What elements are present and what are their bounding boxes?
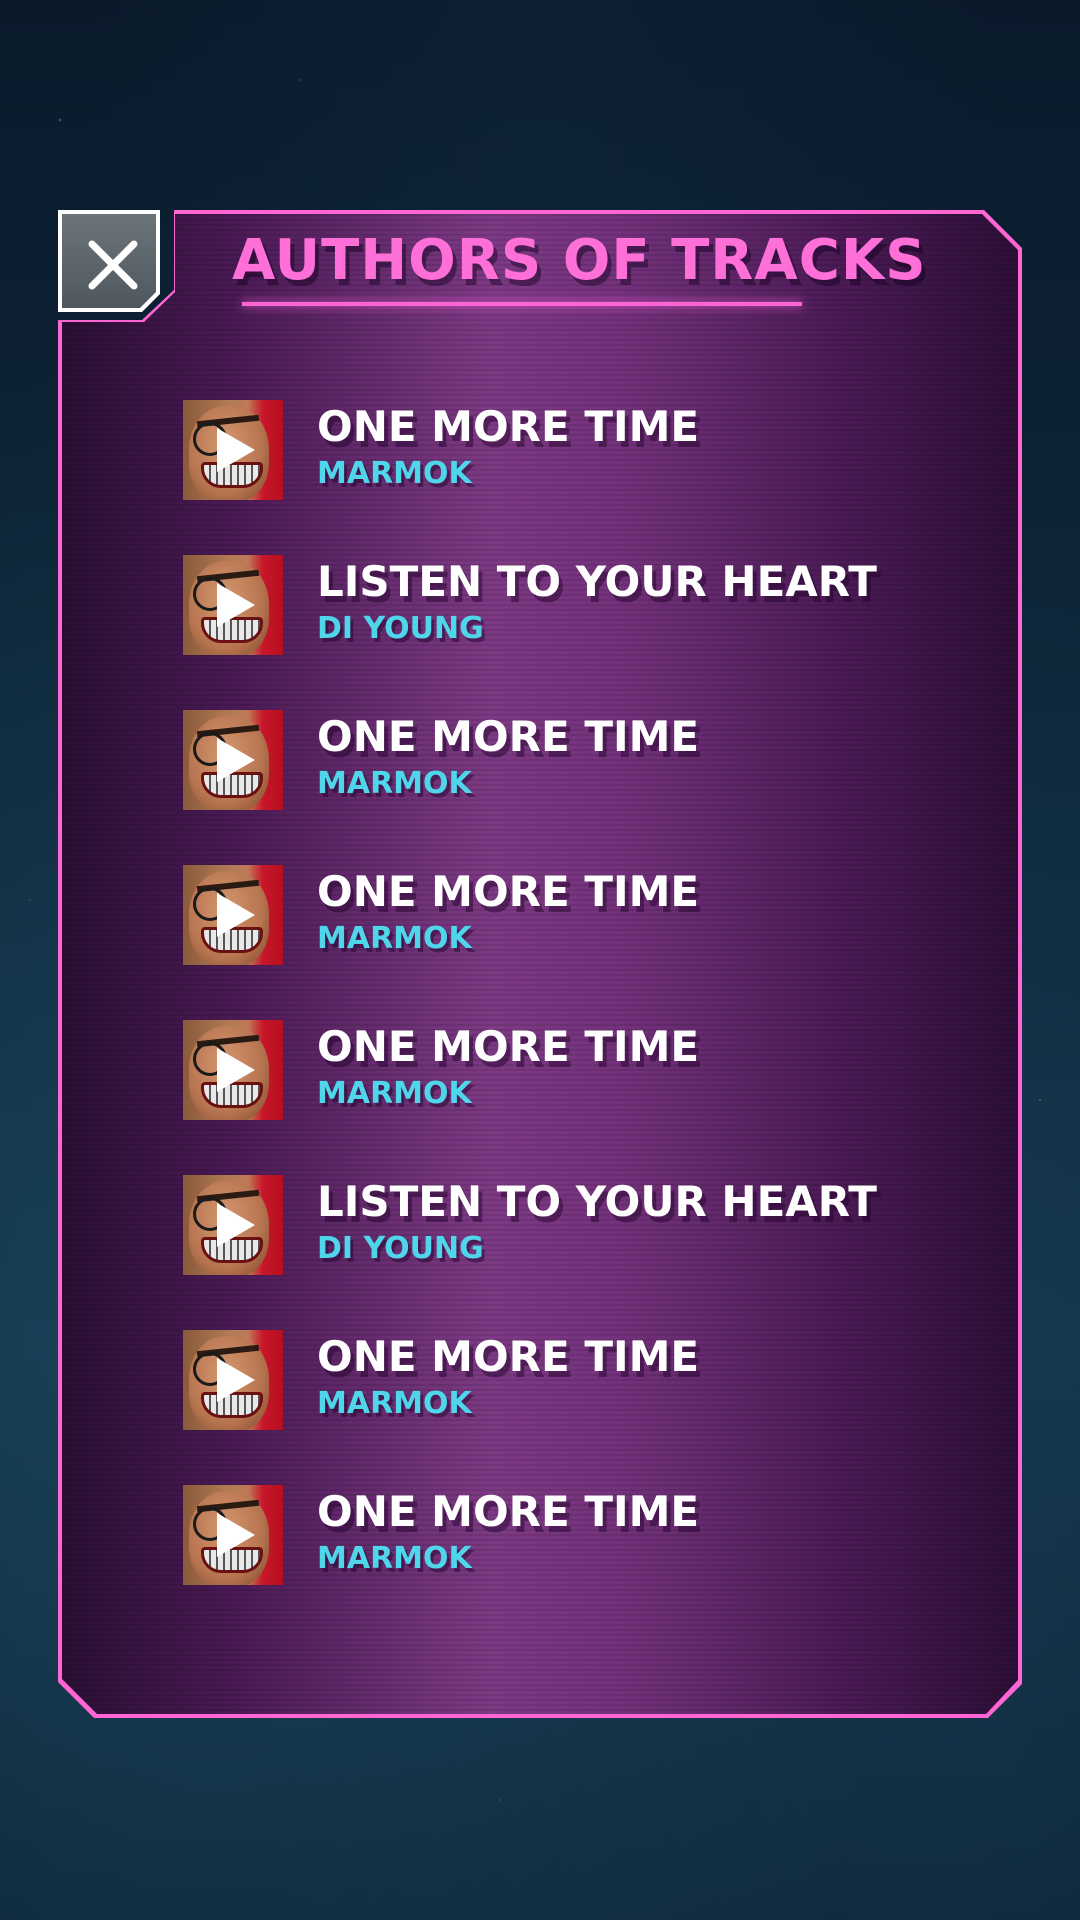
track-author: MARMOK <box>317 456 472 491</box>
track-item[interactable]: LISTEN TO YOUR HEART DI YOUNG <box>183 1175 943 1275</box>
close-icon <box>88 240 138 290</box>
play-icon[interactable] <box>213 581 257 629</box>
play-icon[interactable] <box>213 1201 257 1249</box>
close-button[interactable] <box>58 210 160 312</box>
track-title: ONE MORE TIME <box>317 712 700 761</box>
panel-title: AUTHORS OF TRACKS <box>232 228 927 293</box>
track-author: MARMOK <box>317 1076 472 1111</box>
track-thumbnail[interactable] <box>183 400 283 500</box>
track-item[interactable]: ONE MORE TIME MARMOK <box>183 1020 943 1120</box>
track-author: MARMOK <box>317 921 472 956</box>
title-underline <box>242 302 802 306</box>
track-thumbnail[interactable] <box>183 1175 283 1275</box>
track-title: ONE MORE TIME <box>317 1022 700 1071</box>
close-button-face <box>62 214 156 308</box>
track-title: ONE MORE TIME <box>317 1487 700 1536</box>
track-item[interactable]: ONE MORE TIME MARMOK <box>183 710 943 810</box>
play-icon[interactable] <box>213 1356 257 1404</box>
track-thumbnail[interactable] <box>183 865 283 965</box>
track-thumbnail[interactable] <box>183 1485 283 1585</box>
track-title: ONE MORE TIME <box>317 867 700 916</box>
track-item[interactable]: ONE MORE TIME MARMOK <box>183 865 943 965</box>
track-thumbnail[interactable] <box>183 555 283 655</box>
track-item[interactable]: ONE MORE TIME MARMOK <box>183 1485 943 1585</box>
track-author: MARMOK <box>317 1541 472 1576</box>
track-title: ONE MORE TIME <box>317 402 700 451</box>
track-author: MARMOK <box>317 1386 472 1421</box>
track-title: ONE MORE TIME <box>317 1332 700 1381</box>
play-icon[interactable] <box>213 891 257 939</box>
track-item[interactable]: LISTEN TO YOUR HEART DI YOUNG <box>183 555 943 655</box>
track-thumbnail[interactable] <box>183 1330 283 1430</box>
track-list: ONE MORE TIME MARMOK LISTEN TO YOUR HEAR… <box>183 400 943 1640</box>
track-thumbnail[interactable] <box>183 710 283 810</box>
track-item[interactable]: ONE MORE TIME MARMOK <box>183 1330 943 1430</box>
play-icon[interactable] <box>213 426 257 474</box>
track-author: DI YOUNG <box>317 1231 484 1266</box>
track-author: DI YOUNG <box>317 611 484 646</box>
track-item[interactable]: ONE MORE TIME MARMOK <box>183 400 943 500</box>
track-author: MARMOK <box>317 766 472 801</box>
play-icon[interactable] <box>213 1046 257 1094</box>
play-icon[interactable] <box>213 1511 257 1559</box>
track-title: LISTEN TO YOUR HEART <box>317 557 877 606</box>
track-title: LISTEN TO YOUR HEART <box>317 1177 877 1226</box>
play-icon[interactable] <box>213 736 257 784</box>
track-thumbnail[interactable] <box>183 1020 283 1120</box>
